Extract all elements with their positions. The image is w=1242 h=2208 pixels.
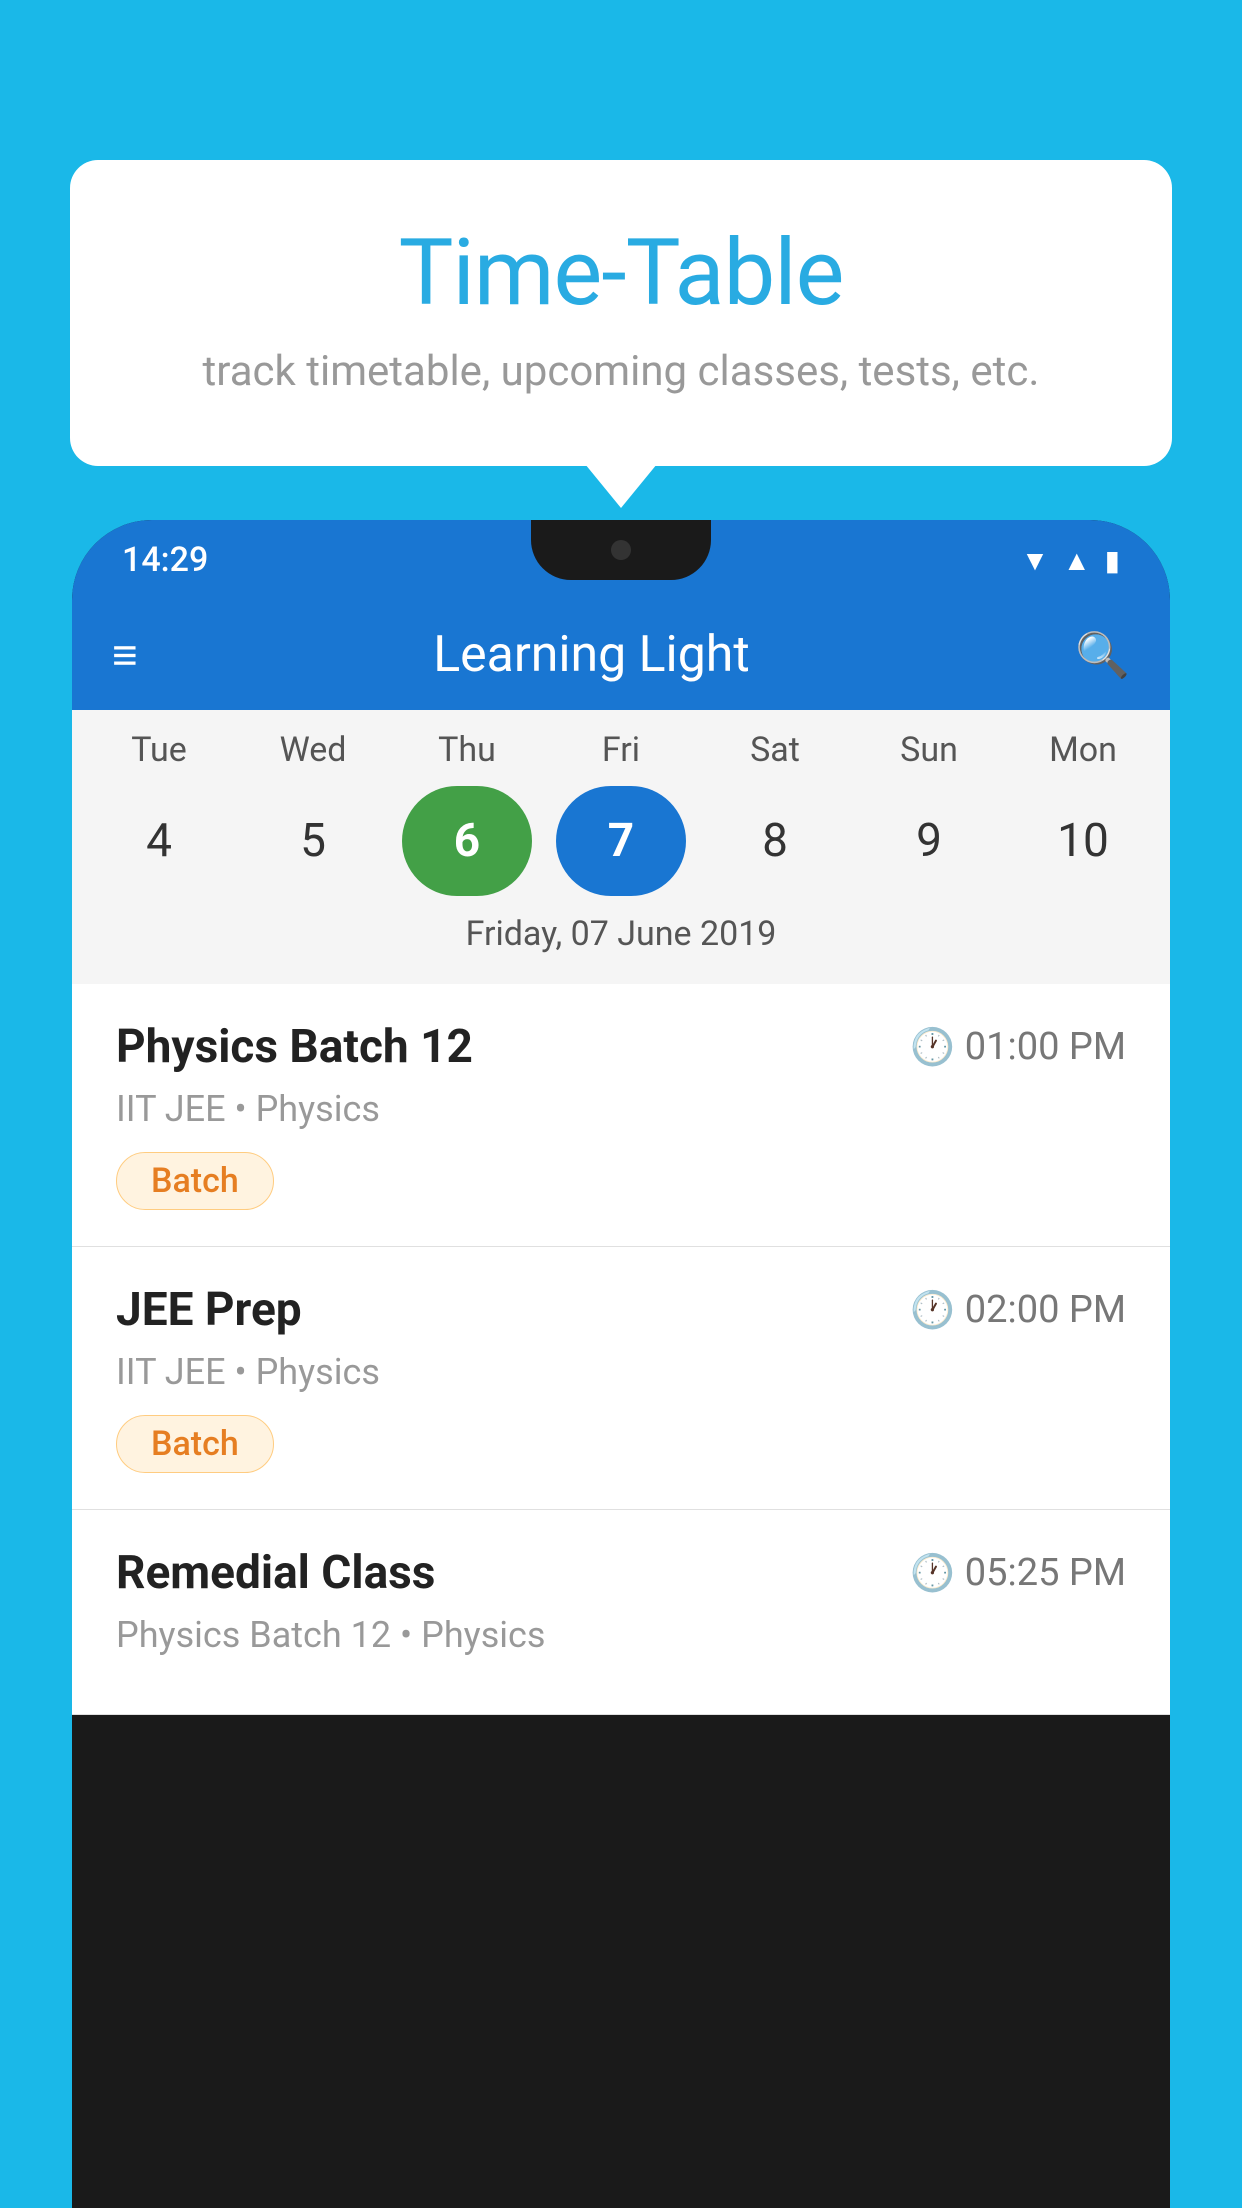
day-5[interactable]: 5 bbox=[248, 786, 378, 896]
schedule-item-2[interactable]: Remedial Class 🕐 05:25 PM Physics Batch … bbox=[72, 1510, 1170, 1715]
item-subtitle-0: IIT JEE • Physics bbox=[116, 1088, 1126, 1130]
battery-icon: ▮ bbox=[1105, 544, 1120, 577]
day-header-tue: Tue bbox=[94, 730, 224, 770]
notch bbox=[531, 520, 711, 580]
item-header-0: Physics Batch 12 🕐 01:00 PM bbox=[116, 1020, 1126, 1074]
clock-icon-1: 🕐 bbox=[910, 1289, 955, 1331]
day-header-sat: Sat bbox=[710, 730, 840, 770]
batch-tag-0: Batch bbox=[116, 1152, 274, 1210]
item-subtitle-1: IIT JEE • Physics bbox=[116, 1351, 1126, 1393]
item-title-2: Remedial Class bbox=[116, 1546, 435, 1600]
day-10[interactable]: 10 bbox=[1018, 786, 1148, 896]
selected-date-label: Friday, 07 June 2019 bbox=[72, 896, 1170, 974]
speech-bubble-container: Time-Table track timetable, upcoming cla… bbox=[70, 160, 1172, 466]
schedule-container: Physics Batch 12 🕐 01:00 PM IIT JEE • Ph… bbox=[72, 984, 1170, 1715]
day-header-wed: Wed bbox=[248, 730, 378, 770]
item-time-2: 🕐 05:25 PM bbox=[910, 1551, 1126, 1595]
phone-inner: 14:29 ▼ ▲ ▮ ≡ Learning Light 🔍 Tue Wed T… bbox=[72, 520, 1170, 2208]
status-bar: 14:29 ▼ ▲ ▮ bbox=[72, 520, 1170, 600]
day-header-sun: Sun bbox=[864, 730, 994, 770]
clock-icon-2: 🕐 bbox=[910, 1552, 955, 1594]
item-header-1: JEE Prep 🕐 02:00 PM bbox=[116, 1283, 1126, 1337]
calendar-strip: Tue Wed Thu Fri Sat Sun Mon 4 5 6 7 8 9 … bbox=[72, 710, 1170, 984]
batch-tag-1: Batch bbox=[116, 1415, 274, 1473]
app-bar: ≡ Learning Light 🔍 bbox=[72, 600, 1170, 710]
item-header-2: Remedial Class 🕐 05:25 PM bbox=[116, 1546, 1126, 1600]
app-bar-title: Learning Light bbox=[108, 626, 1076, 684]
clock-icon-0: 🕐 bbox=[910, 1026, 955, 1068]
day-6-today[interactable]: 6 bbox=[402, 786, 532, 896]
item-time-0: 🕐 01:00 PM bbox=[910, 1025, 1126, 1069]
item-time-1: 🕐 02:00 PM bbox=[910, 1288, 1126, 1332]
day-header-mon: Mon bbox=[1018, 730, 1148, 770]
speech-bubble: Time-Table track timetable, upcoming cla… bbox=[70, 160, 1172, 466]
day-numbers: 4 5 6 7 8 9 10 bbox=[72, 786, 1170, 896]
wifi-icon: ▼ bbox=[1021, 544, 1049, 577]
schedule-item-0[interactable]: Physics Batch 12 🕐 01:00 PM IIT JEE • Ph… bbox=[72, 984, 1170, 1247]
day-7-selected[interactable]: 7 bbox=[556, 786, 686, 896]
camera-dot bbox=[611, 540, 631, 560]
item-title-0: Physics Batch 12 bbox=[116, 1020, 473, 1074]
item-subtitle-2: Physics Batch 12 • Physics bbox=[116, 1614, 1126, 1656]
phone-frame: 14:29 ▼ ▲ ▮ ≡ Learning Light 🔍 Tue Wed T… bbox=[72, 520, 1170, 2208]
schedule-item-1[interactable]: JEE Prep 🕐 02:00 PM IIT JEE • Physics Ba… bbox=[72, 1247, 1170, 1510]
search-icon[interactable]: 🔍 bbox=[1075, 629, 1130, 681]
day-headers: Tue Wed Thu Fri Sat Sun Mon bbox=[72, 730, 1170, 770]
bubble-subtitle: track timetable, upcoming classes, tests… bbox=[150, 347, 1092, 396]
status-time: 14:29 bbox=[122, 540, 208, 580]
day-4[interactable]: 4 bbox=[94, 786, 224, 896]
signal-icon: ▲ bbox=[1063, 544, 1091, 577]
day-8[interactable]: 8 bbox=[710, 786, 840, 896]
item-title-1: JEE Prep bbox=[116, 1283, 302, 1337]
bubble-title: Time-Table bbox=[150, 220, 1092, 327]
day-9[interactable]: 9 bbox=[864, 786, 994, 896]
status-icons: ▼ ▲ ▮ bbox=[1021, 544, 1120, 577]
day-header-fri: Fri bbox=[556, 730, 686, 770]
day-header-thu: Thu bbox=[402, 730, 532, 770]
